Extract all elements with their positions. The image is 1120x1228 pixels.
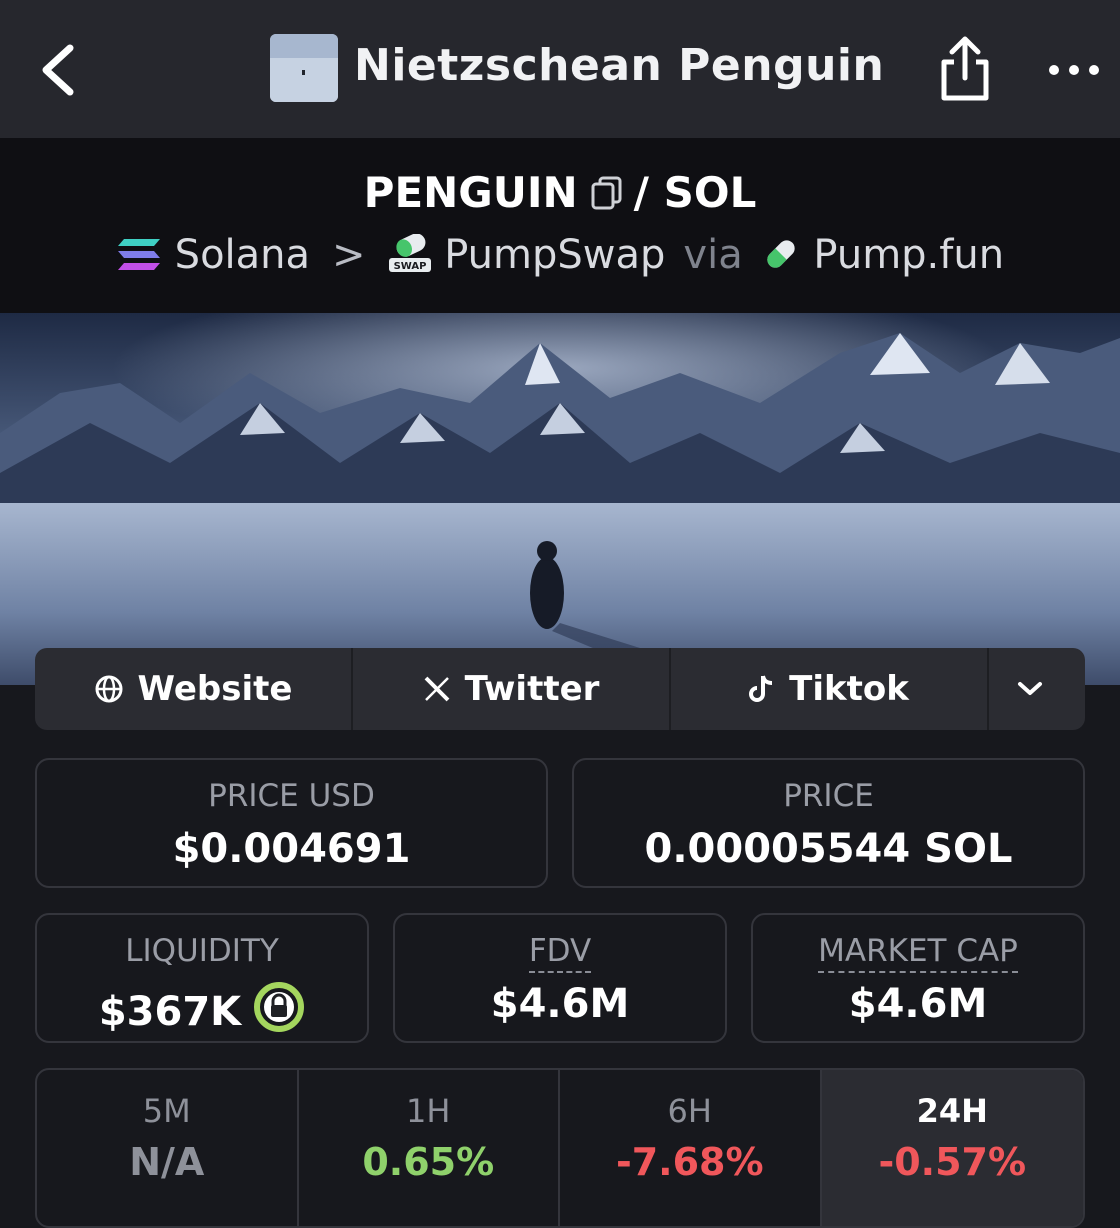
tab-label: 6H [667,1092,712,1130]
tab-label: 1H [406,1092,451,1130]
base-token-symbol: PENGUIN [363,168,578,217]
liquidity-value-row: $367K [37,981,367,1035]
tab-change-value: N/A [129,1140,205,1184]
price-native-card: PRICE 0.00005544 SOL [572,758,1085,888]
price-native-label: PRICE [783,778,874,814]
fdv-value: $4.6M [490,981,630,1027]
pumpfun-pill-icon [767,240,795,268]
fdv-label[interactable]: FDV [528,933,592,973]
tab-6h[interactable]: 6H -7.68% [560,1070,822,1226]
tab-change-value: -7.68% [615,1140,764,1184]
via-label: via [683,232,743,278]
mcap-label-wrap: MARKET CAP [753,933,1083,973]
app-root: Nietzschean Penguin PENGUIN / SOL Solana… [0,0,1120,1228]
back-arrow-icon[interactable] [30,38,90,102]
price-usd-value: $0.004691 [172,826,411,872]
twitter-button[interactable]: Twitter [353,648,671,730]
tab-24h[interactable]: 24H -0.57% [821,1070,1083,1226]
market-cap-label[interactable]: MARKET CAP [818,933,1018,973]
solana-icon [117,239,160,270]
price-usd-card: PRICE USD $0.004691 [35,758,548,888]
website-button[interactable]: Website [35,648,353,730]
tab-1h[interactable]: 1H 0.65% [299,1070,560,1226]
fdv-card: FDV $4.6M [393,913,727,1043]
quote-token-symbol: SOL [663,168,757,217]
x-logo-icon [424,676,449,702]
tab-5m[interactable]: 5M N/A [37,1070,299,1226]
timeframe-tabs: 5M N/A 1H 0.65% 6H -7.68% 24H -0.57% [35,1068,1085,1228]
price-usd-label: PRICE USD [208,778,375,814]
twitter-label: Twitter [464,669,600,709]
market-cap-value: $4.6M [848,981,988,1027]
pair-header: PENGUIN / SOL Solana > SWAP PumpSwap via [0,138,1120,313]
chevron-down-icon [1018,682,1042,695]
more-options-icon[interactable] [1044,50,1104,90]
chevron-right-icon: > [332,232,366,278]
liquidity-value: $367K [98,989,242,1035]
tiktok-icon [749,675,773,702]
tab-label: 24H [916,1092,988,1130]
market-cap-card: MARKET CAP $4.6M [751,913,1085,1043]
liquidity-label: LIQUIDITY [125,933,279,969]
liquidity-card: LIQUIDITY $367K [35,913,369,1043]
pair-title: PENGUIN / SOL [0,168,1120,217]
globe-icon [95,675,123,703]
tab-change-value: 0.65% [362,1140,495,1184]
swap-badge-text: SWAP [393,261,426,272]
fdv-label-wrap: FDV [395,933,725,973]
copy-icon[interactable] [590,175,624,211]
tab-change-value: -0.57% [878,1140,1027,1184]
token-banner-image [0,313,1120,685]
dex-link-pumpswap[interactable]: PumpSwap [444,232,665,278]
share-icon[interactable] [936,34,994,104]
token-logo [270,34,338,102]
tiktok-button[interactable]: Tiktok [671,648,989,730]
launchpad-link-pumpfun[interactable]: Pump.fun [813,232,1004,278]
chain-link-solana[interactable]: Solana [175,232,310,278]
social-links-bar: Website Twitter Tiktok [35,648,1085,730]
tab-label: 5M [142,1092,191,1130]
lock-icon[interactable] [253,981,305,1033]
more-links-dropdown[interactable] [989,648,1085,730]
tiktok-label: Tiktok [789,669,909,709]
pair-separator: / [633,168,649,217]
token-title: Nietzschean Penguin [354,40,885,91]
website-label: Website [137,669,293,709]
price-native-value: 0.00005544 SOL [644,826,1013,872]
top-nav-bar: Nietzschean Penguin [0,0,1120,138]
pumpswap-icon: SWAP [388,234,431,272]
chain-breadcrumb: Solana > SWAP PumpSwap via Pump.fun [0,232,1120,278]
